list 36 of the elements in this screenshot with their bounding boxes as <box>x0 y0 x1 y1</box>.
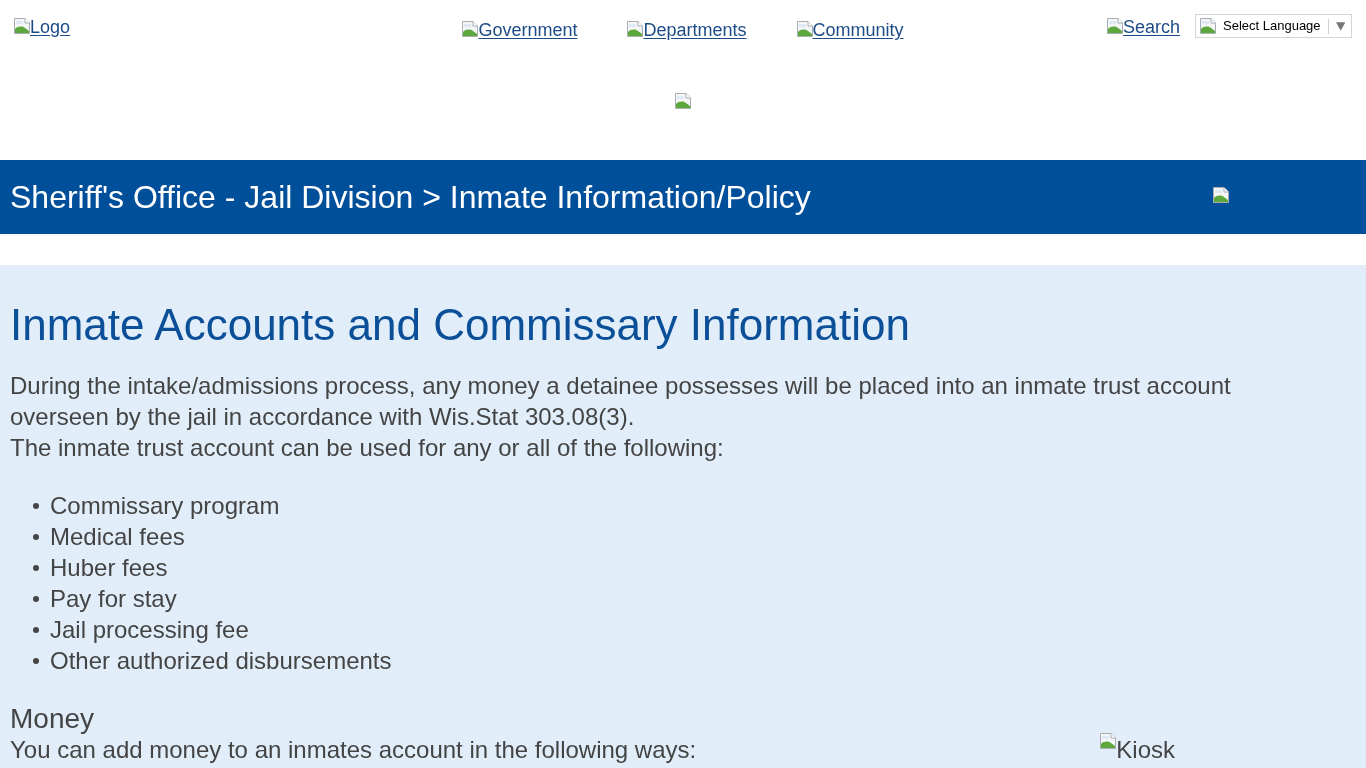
list-item-text: Pay for stay <box>50 584 177 614</box>
broken-image-icon <box>1213 186 1229 203</box>
broken-image-icon <box>14 18 30 34</box>
broken-image-icon <box>627 21 644 37</box>
broken-image-icon <box>1100 733 1117 749</box>
page-title: Sheriff's Office - Jail Division > Inmate Information/Policy <box>10 178 811 216</box>
caret-icon <box>1335 21 1345 31</box>
image-alt-text: Kiosk <box>1116 735 1175 765</box>
broken-image-icon <box>462 21 479 37</box>
broken-image-icon <box>796 21 813 37</box>
list-item-text: Other authorized disbursements <box>50 646 392 676</box>
bullet-icon <box>33 564 39 571</box>
broken-image-icon <box>1200 18 1216 34</box>
list-item-text: Jail processing fee <box>50 615 249 645</box>
broken-image-icon <box>675 93 691 109</box>
bullet-icon <box>33 657 39 664</box>
list-item-text: Medical fees <box>50 522 185 552</box>
body-paragraph: The inmate trust account can be used for any or all of the following: <box>10 433 725 463</box>
body-paragraph: You can add money to an inmates account in the following ways: <box>10 735 697 765</box>
nav-link[interactable]: Community <box>796 20 904 41</box>
search-link[interactable]: Search <box>1106 17 1180 38</box>
content-heading: Inmate Accounts and Commissary Information <box>10 300 911 350</box>
body-paragraph: During the intake/admissions process, any money a detainee possesses will be placed into an inmate trust account overseen by the jail in accordance with Wis.Stat 303.08(3). <box>10 371 1232 432</box>
list-item-text: Huber fees <box>50 553 168 583</box>
nav-link[interactable]: Government <box>462 20 578 41</box>
section-heading: Money <box>10 703 96 734</box>
nav-link[interactable]: Departments <box>627 20 747 41</box>
bullet-icon <box>33 626 39 633</box>
logo-link[interactable]: Logo <box>14 17 71 38</box>
bullet-icon <box>33 595 39 602</box>
bullet-icon <box>33 533 39 540</box>
list-item-text: Commissary program <box>50 491 280 521</box>
broken-image-icon <box>1106 18 1123 34</box>
bullet-icon <box>33 502 39 509</box>
language-select[interactable]: Select Language <box>1195 14 1352 38</box>
language-select-value: Select Language <box>1223 17 1321 36</box>
